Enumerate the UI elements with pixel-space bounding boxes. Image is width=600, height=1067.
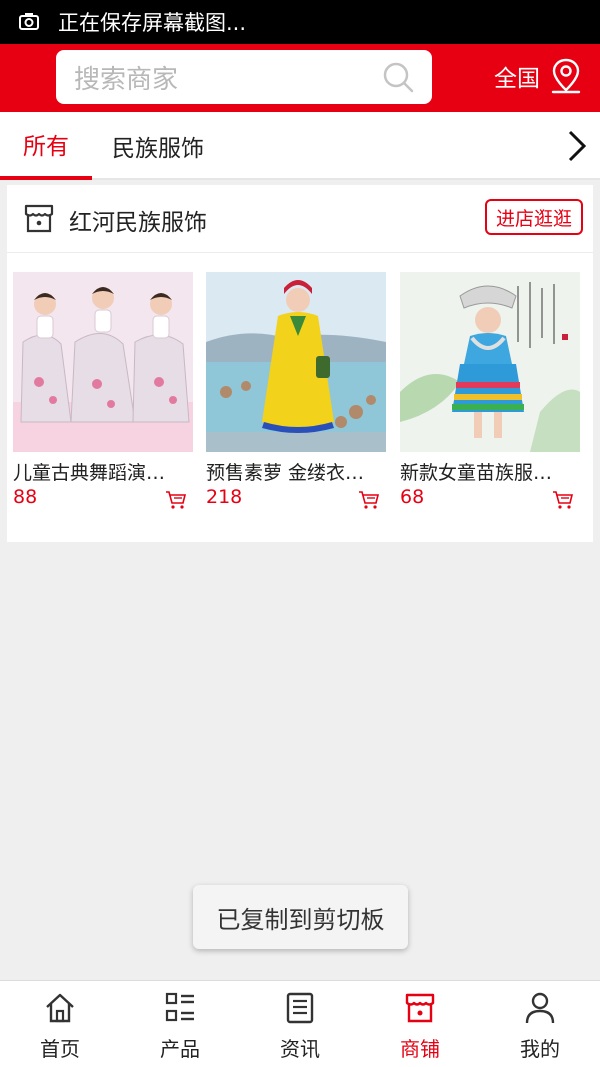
nav-label: 产品: [160, 1037, 200, 1061]
nav-item-home[interactable]: 首页: [0, 981, 120, 1067]
news-icon: [286, 992, 314, 1024]
product-card[interactable]: 预售素萝 金缕衣… 218: [206, 272, 386, 522]
search-placeholder: 搜索商家: [74, 64, 179, 95]
cart-icon[interactable]: [552, 490, 574, 510]
store-icon: [24, 204, 54, 233]
status-bar: 正在保存屏幕截图...: [0, 0, 600, 44]
shop-header: 红河民族服饰 进店逛逛: [7, 185, 593, 253]
region-selector[interactable]: 全国: [494, 56, 582, 96]
tab-ethnic-clothing[interactable]: 民族服饰: [112, 112, 204, 180]
tab-all[interactable]: 所有: [0, 112, 92, 180]
search-icon[interactable]: [382, 61, 414, 93]
product-price: 88: [13, 486, 38, 508]
product-name: 新款女童苗族服…: [400, 462, 553, 484]
shop-name: 红河民族服饰: [69, 210, 207, 236]
nav-label: 商铺: [400, 1037, 440, 1061]
product-name: 儿童古典舞蹈演…: [13, 462, 166, 484]
cart-icon[interactable]: [358, 490, 380, 510]
nav-item-mine[interactable]: 我的: [480, 981, 600, 1067]
user-icon: [525, 992, 555, 1024]
nav-label: 我的: [520, 1037, 560, 1061]
nav-item-news[interactable]: 资讯: [240, 981, 360, 1067]
product-image-dance-costume[interactable]: [13, 272, 193, 452]
product-name: 预售素萝 金缕衣…: [206, 462, 365, 484]
product-card[interactable]: 儿童古典舞蹈演… 88: [13, 272, 193, 522]
product-image-miao-costume[interactable]: [400, 272, 580, 452]
nav-item-products[interactable]: 产品: [120, 981, 240, 1067]
product-image-yellow-dress[interactable]: [206, 272, 386, 452]
nav-item-shops[interactable]: 商铺: [360, 981, 480, 1067]
status-text: 正在保存屏幕截图...: [58, 11, 247, 35]
nav-label: 首页: [40, 1037, 80, 1061]
screenshot-icon: [19, 13, 39, 30]
search-input[interactable]: 搜索商家: [56, 50, 432, 104]
store-icon: [405, 993, 435, 1023]
toast-message: 已复制到剪切板: [193, 885, 408, 949]
category-tabs: 所有 民族服饰: [0, 112, 600, 180]
product-price: 218: [206, 486, 243, 508]
visit-shop-button[interactable]: 进店逛逛: [485, 199, 583, 235]
chevron-right-icon[interactable]: [562, 129, 590, 163]
location-pin-icon: [551, 58, 581, 94]
product-grid-icon: [165, 992, 194, 1022]
product-price: 68: [400, 486, 425, 508]
nav-label: 资讯: [280, 1037, 320, 1061]
product-card[interactable]: 新款女童苗族服… 68: [400, 272, 580, 522]
header: 搜索商家 全国: [0, 44, 600, 112]
shop-card: 红河民族服饰 进店逛逛 儿童古典舞蹈演… 88 预售素萝 金缕衣… 218 新款…: [7, 185, 593, 542]
bottom-nav: 首页 产品 资讯 商铺 我的: [0, 980, 600, 1067]
region-label: 全国: [494, 66, 540, 92]
cart-icon[interactable]: [165, 490, 187, 510]
home-icon: [46, 993, 74, 1023]
